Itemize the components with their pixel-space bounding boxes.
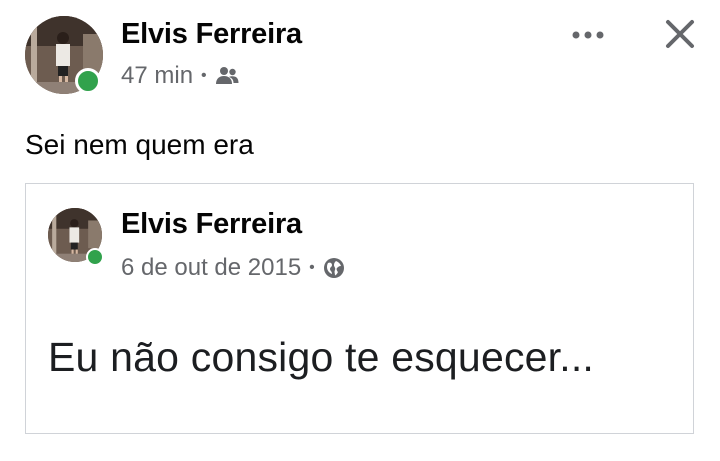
meta-separator: • — [201, 67, 207, 84]
shared-post-text: Eu não consigo te esquecer... — [48, 334, 595, 380]
author-name[interactable]: Elvis Ferreira — [121, 18, 302, 51]
shared-meta-separator: • — [309, 259, 315, 276]
shared-online-status-dot — [86, 248, 104, 266]
online-status-dot — [75, 68, 101, 94]
shared-author-avatar[interactable] — [48, 208, 106, 266]
post-header: Elvis Ferreira 47 min • — [25, 16, 705, 98]
more-options-icon — [572, 31, 604, 39]
shared-post-meta: 6 de out de 2015 • — [121, 254, 345, 282]
close-icon — [666, 20, 694, 48]
post-time[interactable]: 47 min — [121, 62, 193, 90]
close-button[interactable] — [660, 16, 700, 52]
shared-post-date[interactable]: 6 de out de 2015 — [121, 254, 301, 282]
post-meta: 47 min • — [121, 62, 239, 90]
shared-post-card[interactable]: Elvis Ferreira 6 de out de 2015 • Eu não… — [25, 183, 694, 434]
shared-author-name[interactable]: Elvis Ferreira — [121, 208, 302, 241]
author-avatar[interactable] — [25, 16, 105, 96]
more-options-button[interactable] — [568, 20, 608, 50]
globe-icon[interactable] — [323, 257, 345, 279]
friends-icon[interactable] — [215, 66, 239, 86]
post-text: Sei nem quem era — [25, 129, 254, 160]
